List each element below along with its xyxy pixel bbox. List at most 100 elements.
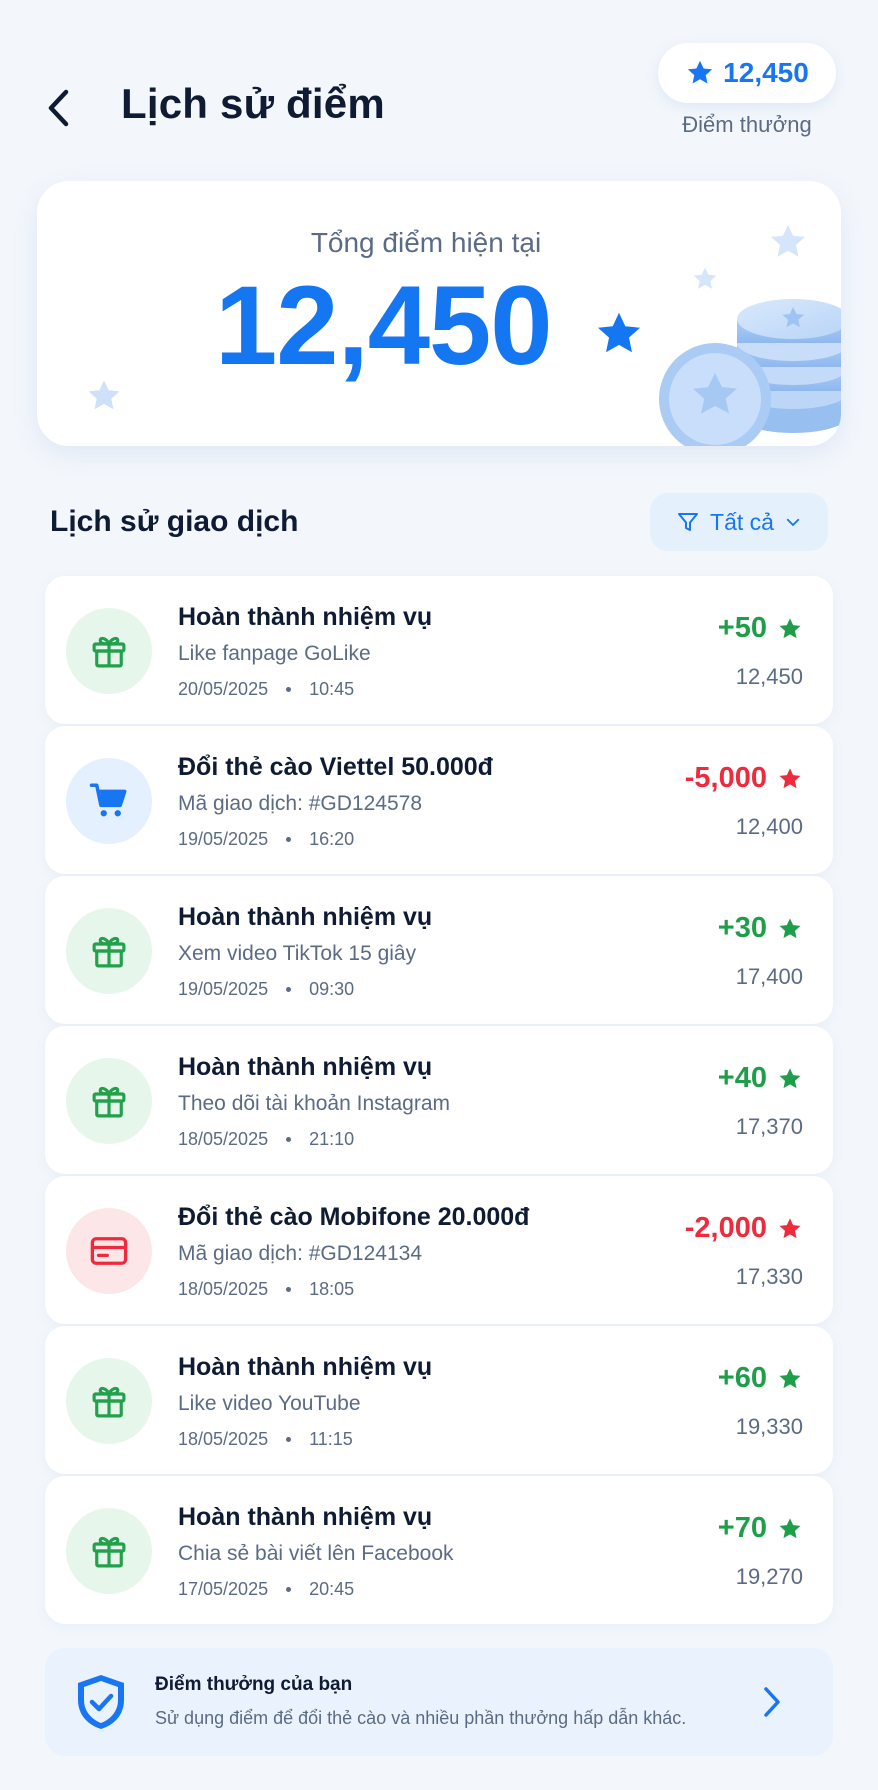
- transaction-balance: 19,270: [735, 1564, 803, 1589]
- transaction-amount-value: +40: [717, 1062, 767, 1094]
- transaction-subtitle: Mã giao dịch: #GD124134: [178, 1242, 422, 1265]
- transaction-title: Đổi thẻ cào Viettel 50.000đ: [178, 753, 493, 781]
- separator-dot: [286, 837, 292, 842]
- transaction-icon-wrap: [66, 608, 152, 694]
- transaction-amount: +60: [718, 1362, 803, 1395]
- transaction-datetime: 18/05/2025 18:05: [178, 1279, 354, 1300]
- star-icon: [779, 1067, 801, 1088]
- transaction-datetime: 18/05/2025 21:10: [178, 1129, 354, 1150]
- star-icon: [779, 1517, 801, 1538]
- transaction-datetime: 19/05/2025 16:20: [178, 829, 354, 850]
- transaction-amount: +30: [718, 912, 803, 945]
- cart-icon: [89, 783, 127, 817]
- transaction-row[interactable]: Hoàn thành nhiệm vụ Theo dõi tài khoản In…: [45, 1026, 833, 1174]
- filter-icon: [678, 513, 699, 531]
- transaction-row[interactable]: Hoàn thành nhiệm vụ Chia sẻ bài viết lên …: [45, 1476, 833, 1624]
- transaction-balance: 19,330: [735, 1414, 803, 1439]
- star-icon: [779, 917, 801, 938]
- transaction-subtitle: Like fanpage GoLike: [178, 642, 371, 665]
- filter-button[interactable]: Tất cả: [650, 493, 828, 551]
- transaction-time: 11:15: [309, 1429, 353, 1449]
- separator-dot: [286, 1587, 292, 1592]
- transaction-icon-wrap: [66, 1358, 152, 1444]
- rewards-info-card[interactable]: Điểm thưởng của bạn Sử dụng điểm để đổi …: [45, 1648, 833, 1756]
- transaction-icon-wrap: [66, 1058, 152, 1144]
- points-badge-caption: Điểm thưởng: [682, 112, 812, 137]
- star-icon: [779, 767, 801, 788]
- transaction-time: 20:45: [309, 1579, 355, 1599]
- gift-icon: [92, 1386, 126, 1418]
- transaction-time: 18:05: [309, 1279, 355, 1299]
- points-badge-value: 12,450: [723, 57, 809, 88]
- transaction-time: 09:30: [309, 979, 355, 999]
- transaction-datetime: 17/05/2025 20:45: [178, 1579, 354, 1600]
- transaction-balance: 17,370: [735, 1114, 803, 1139]
- transaction-date: 19/05/2025: [178, 829, 269, 849]
- transaction-balance: 12,450: [735, 664, 803, 689]
- gift-icon: [92, 1086, 126, 1118]
- gift-icon: [92, 1536, 126, 1568]
- transaction-time: 21:10: [309, 1129, 355, 1149]
- transaction-amount-value: -5,000: [684, 762, 767, 794]
- decorative-star-icon: [88, 380, 120, 410]
- transaction-title: Hoàn thành nhiệm vụ: [178, 1503, 433, 1531]
- total-points-label: Tổng điểm hiện tại: [310, 227, 542, 258]
- separator-dot: [286, 1437, 292, 1442]
- total-points-card: Tổng điểm hiện tại 12,450: [37, 181, 841, 446]
- transaction-icon-wrap: [66, 1508, 152, 1594]
- chevron-down-icon: [786, 518, 800, 526]
- rewards-info-title: Điểm thưởng của bạn: [155, 1674, 353, 1695]
- chevron-left-icon: [48, 89, 69, 127]
- transaction-row[interactable]: Hoàn thành nhiệm vụ Like fanpage GoLike 20…: [45, 576, 833, 724]
- separator-dot: [286, 987, 292, 992]
- transaction-amount-value: +50: [717, 612, 767, 644]
- transaction-amount: +50: [718, 612, 803, 645]
- rewards-info-subtitle: Sử dụng điểm để đổi thẻ cào và nhiều phầ…: [155, 1708, 687, 1728]
- back-button[interactable]: [38, 84, 78, 132]
- transaction-title: Hoàn thành nhiệm vụ: [178, 1053, 433, 1081]
- transaction-icon-wrap: [66, 758, 152, 844]
- section-title: Lịch sử giao dịch: [50, 505, 299, 538]
- transaction-title: Hoàn thành nhiệm vụ: [178, 903, 433, 931]
- transaction-list: Hoàn thành nhiệm vụ Like fanpage GoLike 20…: [45, 576, 833, 1626]
- transaction-date: 17/05/2025: [178, 1579, 269, 1599]
- separator-dot: [286, 687, 292, 692]
- transaction-subtitle: Like video YouTube: [178, 1392, 361, 1415]
- transaction-subtitle: Mã giao dịch: #GD124578: [178, 792, 422, 815]
- transaction-subtitle: Chia sẻ bài viết lên Facebook: [178, 1542, 454, 1565]
- transaction-row[interactable]: Hoàn thành nhiệm vụ Like video YouTube 18/…: [45, 1326, 833, 1474]
- transaction-amount: +70: [718, 1512, 803, 1545]
- transaction-amount-value: +30: [717, 912, 767, 944]
- transaction-amount: +40: [718, 1062, 803, 1095]
- transaction-date: 19/05/2025: [178, 979, 269, 999]
- transaction-title: Đổi thẻ cào Mobifone 20.000đ: [178, 1203, 530, 1231]
- star-icon: [688, 60, 713, 84]
- transaction-row[interactable]: Đổi thẻ cào Viettel 50.000đ Mã giao dịch:…: [45, 726, 833, 874]
- separator-dot: [286, 1137, 292, 1142]
- transaction-date: 18/05/2025: [178, 1129, 269, 1149]
- transaction-title: Hoàn thành nhiệm vụ: [178, 1353, 433, 1381]
- transaction-title: Hoàn thành nhiệm vụ: [178, 603, 433, 631]
- transaction-amount-value: +60: [717, 1362, 767, 1394]
- chevron-right-icon: [764, 1687, 780, 1717]
- transaction-datetime: 19/05/2025 09:30: [178, 979, 354, 1000]
- transaction-amount: -5,000: [685, 762, 803, 795]
- page-title: Lịch sử điểm: [121, 80, 385, 127]
- transaction-balance: 17,400: [735, 964, 803, 989]
- transaction-date: 20/05/2025: [178, 679, 269, 699]
- transaction-balance: 12,400: [735, 814, 803, 839]
- transaction-date: 18/05/2025: [178, 1279, 269, 1299]
- transaction-datetime: 20/05/2025 10:45: [178, 679, 354, 700]
- card-icon: [90, 1237, 128, 1265]
- transaction-amount: -2,000: [685, 1212, 803, 1245]
- transaction-row[interactable]: Đổi thẻ cào Mobifone 20.000đ Mã giao dịch…: [45, 1176, 833, 1324]
- coins-illustration-icon: [659, 299, 841, 446]
- transaction-icon-wrap: [66, 908, 152, 994]
- gift-icon: [92, 636, 126, 668]
- transaction-row[interactable]: Hoàn thành nhiệm vụ Xem video TikTok 15 g…: [45, 876, 833, 1024]
- total-points-value: 12,450: [215, 263, 553, 388]
- points-badge[interactable]: 12,450: [658, 43, 836, 103]
- transaction-balance: 17,330: [735, 1264, 803, 1289]
- gift-icon: [92, 936, 126, 968]
- app-header: Lịch sử điểm 12,450 Điểm thưởng: [0, 0, 878, 170]
